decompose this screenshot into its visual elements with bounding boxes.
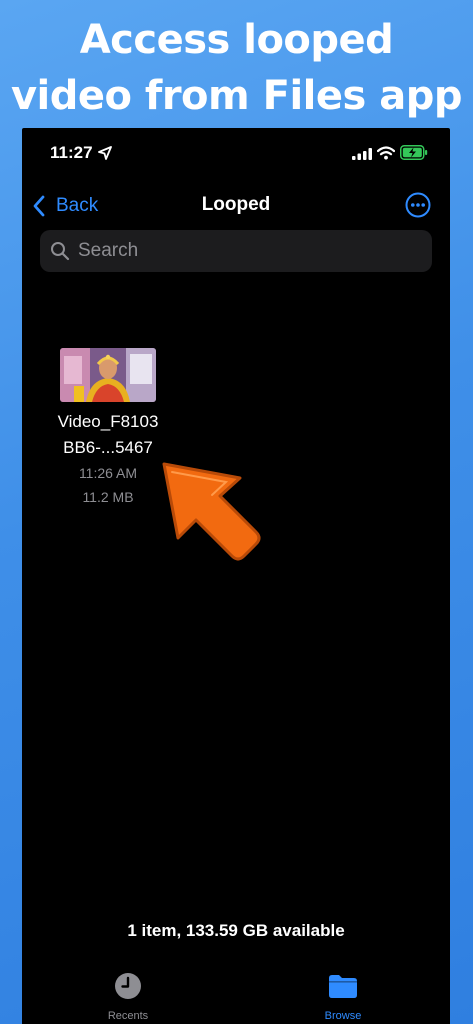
tab-bar: Recents Browse xyxy=(22,968,450,1024)
wifi-icon xyxy=(377,146,395,160)
status-bar: 11:27 xyxy=(22,128,450,178)
headline-line-2: video from Files app xyxy=(10,73,463,119)
tab-recents-label: Recents xyxy=(107,1010,149,1022)
battery-charging-icon xyxy=(400,145,428,160)
file-name-line-1: Video_F8103 xyxy=(57,412,159,431)
status-time: 11:27 xyxy=(50,143,93,162)
file-modified-time: 11:26 AM xyxy=(78,465,138,481)
headline-line-1: Access looped xyxy=(79,17,394,63)
search-bar[interactable] xyxy=(40,230,432,272)
file-item[interactable]: Video_F8103 BB6-...5467 11:26 AM 11.2 MB xyxy=(50,348,166,509)
page-title: Looped xyxy=(201,194,271,215)
search-icon xyxy=(51,242,70,261)
tab-browse-label: Browse xyxy=(324,1010,362,1022)
video-thumbnail[interactable] xyxy=(60,348,156,402)
more-options-icon[interactable] xyxy=(405,192,431,218)
orange-arrow-pointer-icon xyxy=(162,462,261,561)
search-input[interactable] xyxy=(76,239,400,263)
cellular-signal-icon xyxy=(352,148,372,160)
location-arrow-icon xyxy=(98,146,112,160)
navigation-bar: Back Looped xyxy=(22,184,450,228)
file-size: 11.2 MB xyxy=(82,489,134,505)
storage-info: 1 item, 133.59 GB available xyxy=(127,921,345,940)
phone-screen: 11:27 Back Looped Search Video_F8103 BB6… xyxy=(22,128,450,1024)
file-name-line-2: BB6-...5467 xyxy=(63,438,153,457)
promo-headline: Access looped video from Files app xyxy=(0,12,473,124)
clock-icon xyxy=(115,973,141,999)
folder-icon xyxy=(329,975,357,998)
tab-browse[interactable]: Browse xyxy=(288,972,398,1022)
tab-recents[interactable]: Recents xyxy=(73,972,183,1022)
